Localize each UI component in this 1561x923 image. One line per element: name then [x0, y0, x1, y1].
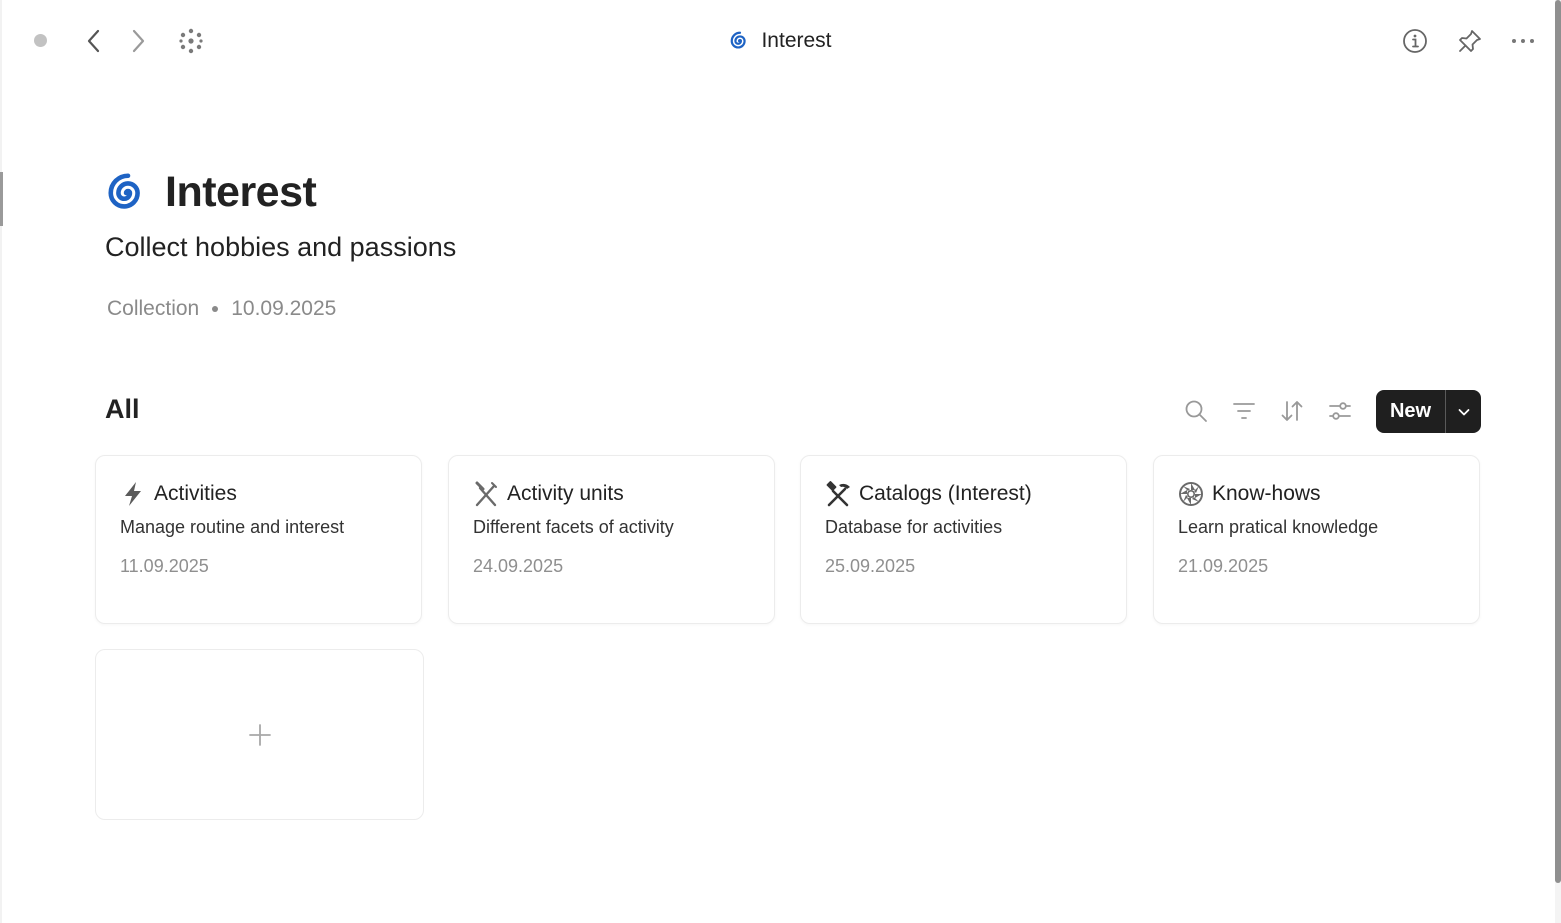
- cyclone-icon: [731, 31, 747, 49]
- hammer-pick-icon: [825, 480, 851, 508]
- collection-card[interactable]: Know-hows Learn pratical knowledge 21.09…: [1153, 455, 1480, 624]
- page-date: 10.09.2025: [231, 297, 337, 320]
- card-header: Catalogs (Interest): [825, 480, 1032, 508]
- search-button[interactable]: [1181, 396, 1211, 426]
- card-header: Know-hows: [1178, 480, 1321, 508]
- scrollbar-thumb[interactable]: [1555, 0, 1561, 883]
- pin-button[interactable]: [1455, 26, 1485, 56]
- collection-card[interactable]: Catalogs (Interest) Database for activit…: [800, 455, 1127, 624]
- card-description: Database for activities: [825, 517, 1003, 537]
- sidebar-resize-handle[interactable]: [0, 172, 3, 226]
- settings-icon: [1329, 402, 1351, 420]
- aperture-icon: [1178, 480, 1204, 508]
- new-button[interactable]: New: [1376, 390, 1445, 433]
- filter-icon: [1233, 403, 1255, 419]
- collection-card[interactable]: Activity units Different facets of activ…: [448, 455, 775, 624]
- view-settings-button[interactable]: [1325, 396, 1355, 426]
- cyclone-icon[interactable]: [105, 170, 151, 216]
- more-button[interactable]: [1508, 26, 1538, 56]
- card-date: 25.09.2025: [825, 556, 916, 576]
- meta-separator: [212, 306, 219, 312]
- card-title: Catalogs (Interest): [859, 482, 1032, 505]
- collection-card[interactable]: Activities Manage routine and interest 1…: [95, 455, 422, 624]
- crossed-tools-icon: [473, 480, 499, 508]
- search-icon: [1185, 400, 1207, 422]
- view-title[interactable]: All: [105, 394, 140, 425]
- card-title: Know-hows: [1212, 482, 1321, 505]
- card-header: Activities: [120, 480, 237, 508]
- more-icon: [1512, 39, 1534, 43]
- sort-button[interactable]: [1277, 396, 1307, 426]
- card-title: Activities: [154, 482, 237, 505]
- card-title: Activity units: [507, 482, 624, 505]
- info-button[interactable]: [1400, 26, 1430, 56]
- sort-icon: [1281, 401, 1303, 421]
- pin-icon: [1459, 30, 1481, 52]
- chevron-down-icon: [1458, 408, 1469, 415]
- card-description: Manage routine and interest: [120, 517, 345, 537]
- page-header: Interest: [105, 168, 317, 217]
- info-icon: [1403, 29, 1427, 53]
- page-description[interactable]: Collect hobbies and passions: [105, 232, 456, 263]
- add-card-button[interactable]: [95, 649, 424, 820]
- lightning-icon: [120, 480, 146, 508]
- window-title: Interest: [0, 24, 1561, 58]
- card-date: 21.09.2025: [1178, 556, 1269, 576]
- card-description: Different facets of activity: [473, 517, 674, 537]
- top-bar: Interest: [0, 0, 1561, 82]
- card-date: 11.09.2025: [120, 556, 209, 576]
- new-button-group: New: [1376, 390, 1481, 433]
- page-type: Collection: [107, 297, 200, 320]
- filter-button[interactable]: [1229, 396, 1259, 426]
- card-date: 24.09.2025: [473, 556, 564, 576]
- page-meta: Collection 10.09.2025: [107, 297, 336, 321]
- card-header: Activity units: [473, 480, 624, 508]
- window-border: [0, 0, 2, 923]
- new-dropdown-button[interactable]: [1446, 390, 1481, 433]
- plus-icon: [248, 723, 271, 746]
- page-title[interactable]: Interest: [165, 168, 317, 217]
- window-title-text: Interest: [761, 29, 832, 52]
- card-description: Learn pratical knowledge: [1178, 517, 1379, 537]
